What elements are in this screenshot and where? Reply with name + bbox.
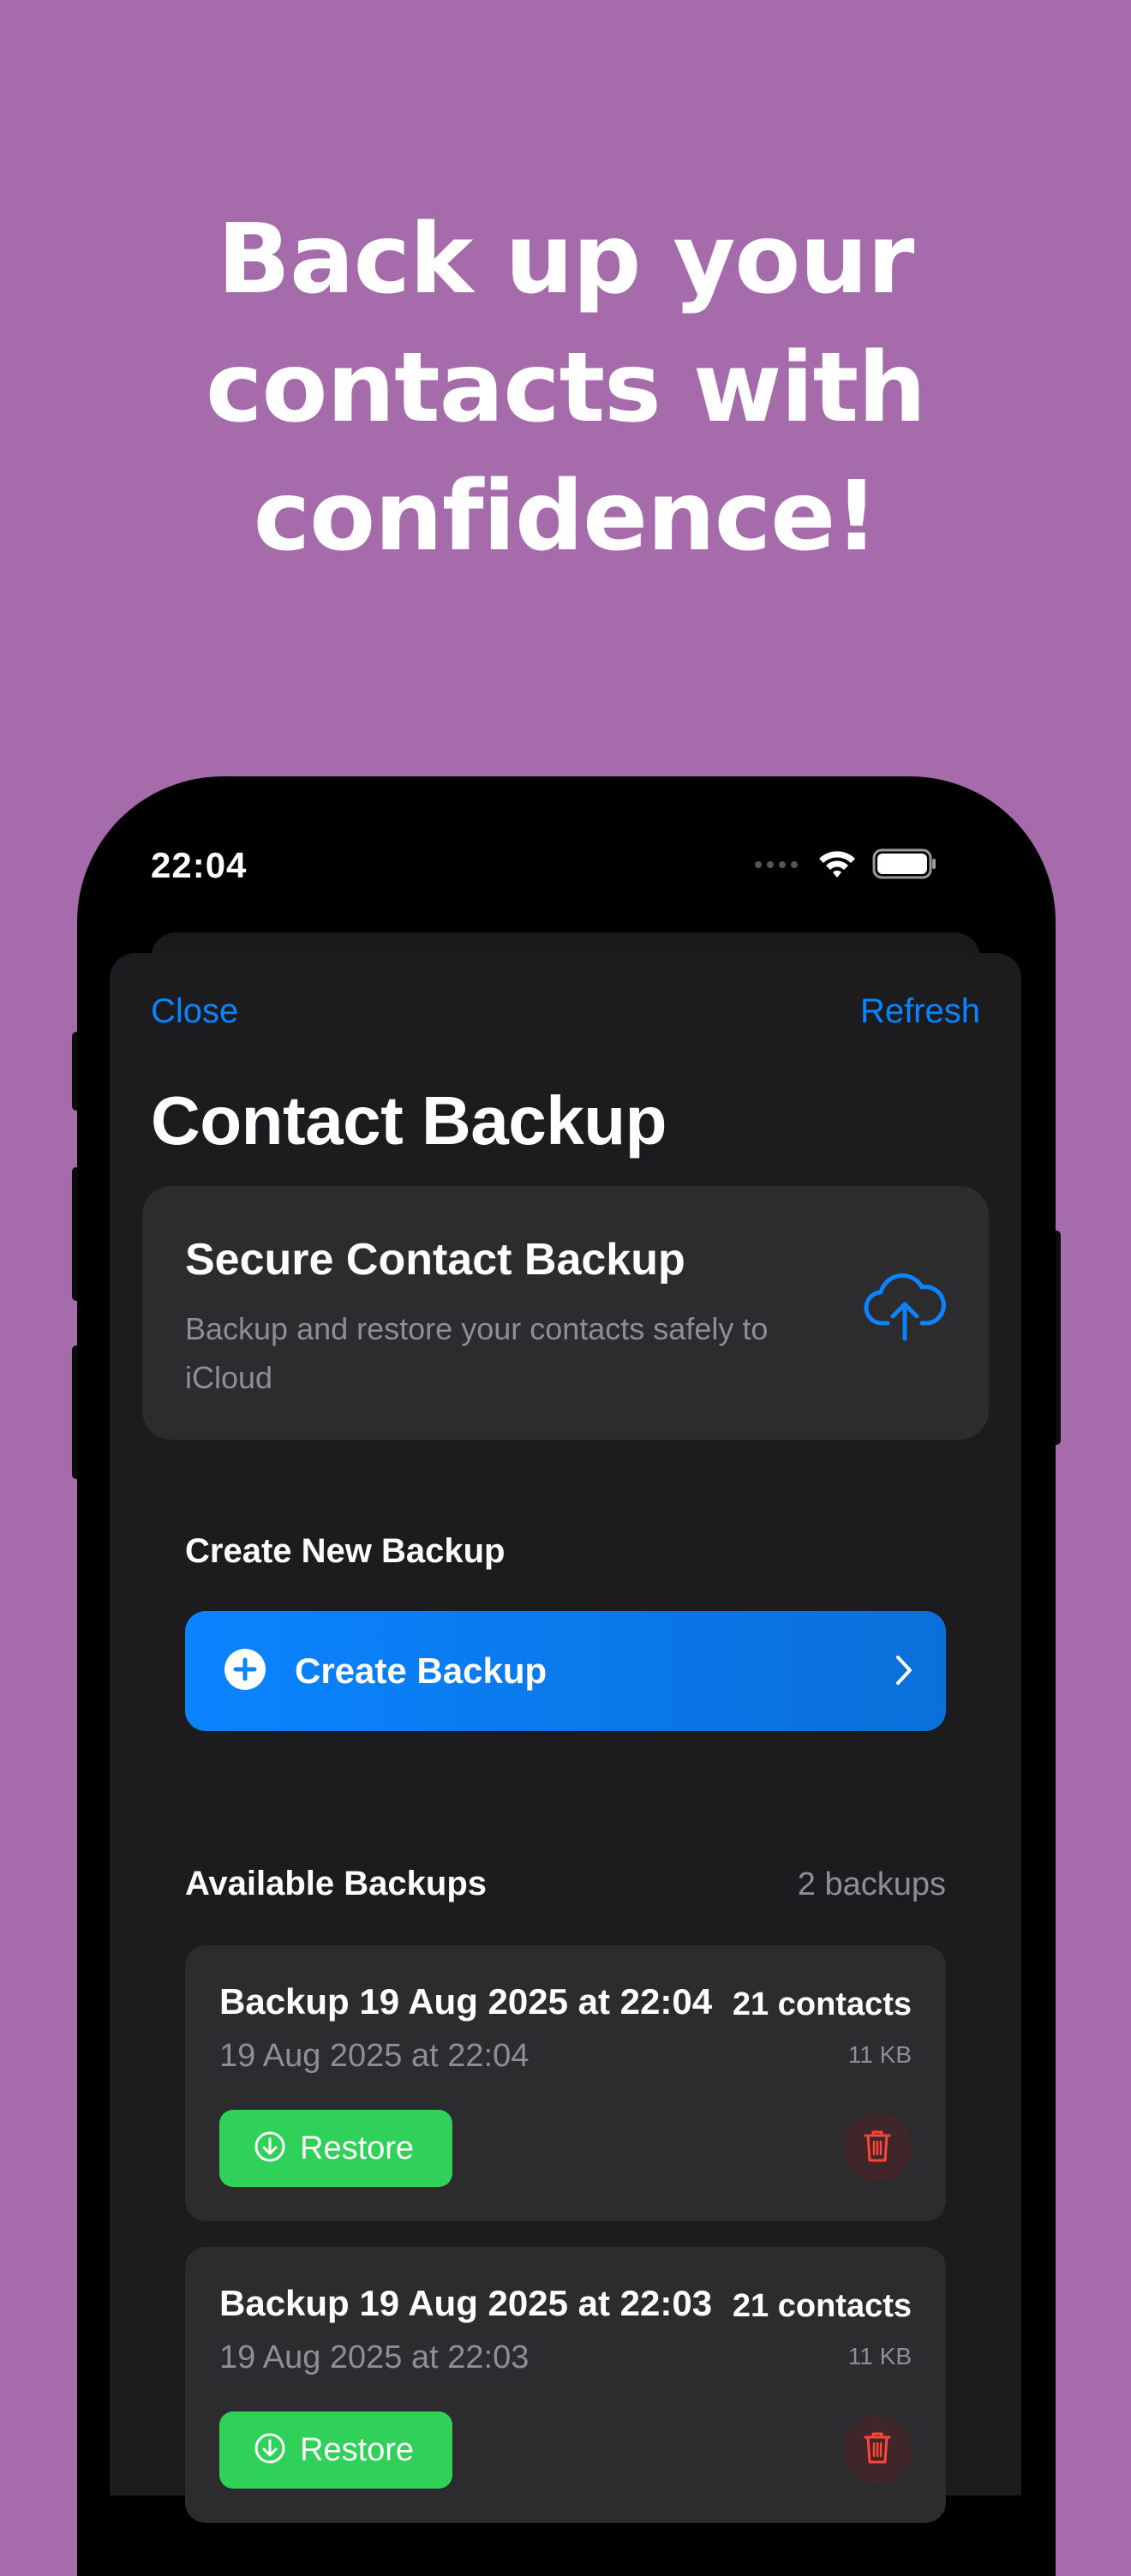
- restore-label: Restore: [300, 2431, 415, 2468]
- hero-title: Secure Contact Backup: [185, 1235, 685, 1285]
- backup-size: 11 KB: [847, 2343, 912, 2369]
- available-backups-label: Available Backups: [185, 1865, 488, 1902]
- trash-icon: [864, 2430, 891, 2469]
- trash-icon: [864, 2129, 891, 2167]
- create-backup-button[interactable]: Create Backup: [185, 1611, 946, 1731]
- headline-line: contacts with: [206, 332, 926, 444]
- backup-contacts-count: 21 contacts: [732, 1986, 912, 2022]
- restore-button[interactable]: Restore: [219, 2110, 452, 2187]
- marketing-headline: Back up your contacts with confidence!: [0, 195, 1131, 581]
- hero-subtitle: Backup and restore your contacts safely …: [185, 1311, 769, 1395]
- restore-label: Restore: [300, 2130, 415, 2166]
- close-button[interactable]: Close: [151, 992, 238, 1031]
- backup-name: Backup 19 Aug 2025 at 22:04: [219, 1981, 713, 2022]
- refresh-button[interactable]: Refresh: [860, 992, 980, 1031]
- status-time: 22:04: [151, 845, 248, 885]
- backup-card: Backup 19 Aug 2025 at 22:04 21 contacts …: [185, 1945, 946, 2221]
- cloud-upload-icon: [864, 1273, 946, 1346]
- delete-backup-button[interactable]: [843, 2415, 912, 2483]
- chevron-right-icon: [895, 1654, 913, 1691]
- create-section-label: Create New Backup: [185, 1532, 506, 1570]
- backup-card: Backup 19 Aug 2025 at 22:03 21 contacts …: [185, 2247, 946, 2523]
- delete-backup-button[interactable]: [843, 2113, 912, 2182]
- download-circle-icon: [254, 2432, 286, 2469]
- wifi-icon: [817, 848, 857, 884]
- backup-date: 19 Aug 2025 at 22:03: [219, 2339, 530, 2375]
- battery-icon: [872, 848, 937, 884]
- page-title: Contact Backup: [151, 1082, 667, 1159]
- backup-name: Backup 19 Aug 2025 at 22:03: [219, 2283, 713, 2323]
- backup-date: 19 Aug 2025 at 22:04: [219, 2038, 530, 2074]
- headline-line: Back up your: [217, 204, 915, 315]
- signal-icon: [754, 858, 802, 874]
- status-icons: [754, 848, 937, 884]
- download-circle-icon: [254, 2130, 286, 2167]
- backup-contacts-count: 21 contacts: [732, 2288, 912, 2324]
- create-backup-label: Create Backup: [295, 1650, 548, 1691]
- plus-circle-icon: [223, 1647, 267, 1696]
- headline-line: confidence!: [253, 461, 878, 572]
- backup-count: 2 backups: [797, 1866, 946, 1902]
- restore-button[interactable]: Restore: [219, 2411, 452, 2489]
- backup-size: 11 KB: [847, 2041, 912, 2068]
